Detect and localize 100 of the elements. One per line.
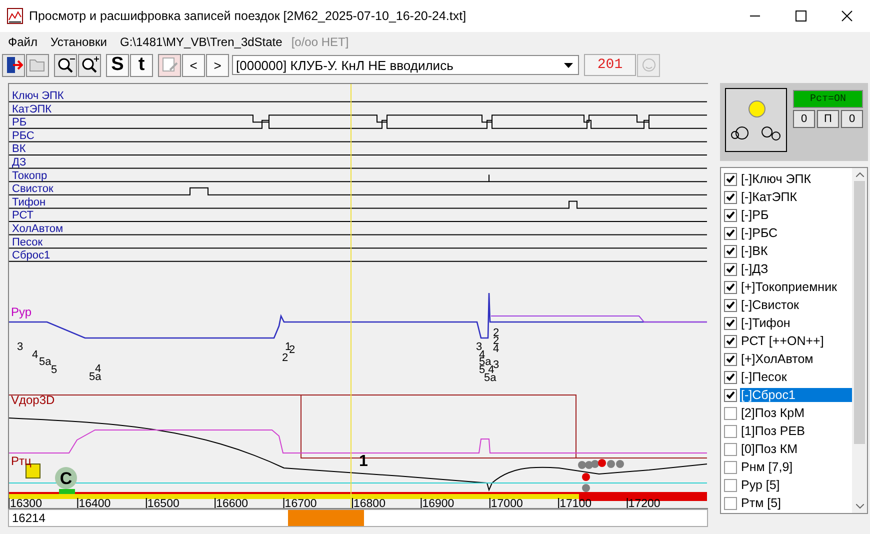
next-button[interactable]: > xyxy=(206,54,229,76)
axis-tick-label: 17100 xyxy=(560,498,592,508)
status-note: [о/оо НЕТ] xyxy=(291,35,349,49)
channel-label[interactable]: [-]Песок xyxy=(740,370,788,384)
channel-item[interactable]: [-]Песок xyxy=(721,368,852,386)
axis-tick-label: 16500 xyxy=(147,498,180,508)
window-title: Просмотр и расшифровка записей поездок [2М62_2025-07-10_16-20-24.txt] xyxy=(29,9,468,23)
signal-label: Токопр xyxy=(12,170,48,182)
exit-button[interactable] xyxy=(2,54,25,76)
channel-item[interactable]: [-]ВК xyxy=(721,242,852,260)
channel-item[interactable]: [-]Тифон xyxy=(721,314,852,332)
zoom-out-button[interactable] xyxy=(54,54,77,76)
event-marker: 3 xyxy=(476,341,482,353)
checkbox[interactable] xyxy=(724,190,737,204)
channel-item[interactable]: Ртм [5] xyxy=(721,494,852,512)
signal-label: РБС xyxy=(12,130,34,142)
channel-item[interactable]: Рур [5] xyxy=(721,476,852,494)
previous-button[interactable]: < xyxy=(182,54,205,76)
channel-item[interactable]: [0]Поз КМ xyxy=(721,440,852,458)
channel-label[interactable]: [-]Тифон xyxy=(740,316,792,330)
channel-item[interactable]: [2]Поз КрМ xyxy=(721,404,852,422)
checkbox[interactable] xyxy=(724,334,737,348)
scroll-up-icon[interactable] xyxy=(856,172,864,177)
channel-item[interactable]: [+]ХолАвтом xyxy=(721,350,852,368)
event-marker: 5a xyxy=(39,356,52,368)
checkbox[interactable] xyxy=(724,226,737,240)
channel-item[interactable]: [-]ДЗ xyxy=(721,260,852,278)
checkbox[interactable] xyxy=(724,478,737,492)
checkbox[interactable] xyxy=(724,244,737,258)
chart-icon xyxy=(7,8,23,24)
axis-tick-label: 16600 xyxy=(216,498,248,508)
channel-label[interactable]: [-]РБС xyxy=(740,226,779,240)
exit-door-icon xyxy=(4,56,22,74)
scroll-down-icon[interactable] xyxy=(856,504,864,509)
checkbox[interactable] xyxy=(724,352,737,366)
checkbox[interactable] xyxy=(724,442,737,456)
axis-tick-label: 17000 xyxy=(490,498,523,508)
s-button[interactable]: S xyxy=(106,54,129,76)
checkbox[interactable] xyxy=(724,460,737,474)
checkbox[interactable] xyxy=(724,370,737,384)
channel-label[interactable]: [-]КатЭПК xyxy=(740,190,798,204)
event-marker: 3 xyxy=(493,359,500,371)
checkbox[interactable] xyxy=(724,316,737,330)
channel-label[interactable]: [-]Свисток xyxy=(740,298,800,312)
folder-icon xyxy=(28,57,46,73)
channel-label[interactable]: [+]Токоприемник xyxy=(740,280,838,294)
channel-item[interactable]: [1]Поз РЕВ xyxy=(721,422,852,440)
menu-item[interactable]: Установки xyxy=(50,35,107,49)
axis-tick-label: 16400 xyxy=(78,498,111,508)
signal-label: Тифон xyxy=(12,196,46,208)
checkbox[interactable] xyxy=(724,208,737,222)
zoom-out-icon xyxy=(56,56,76,74)
zoom-in-icon xyxy=(80,56,100,74)
signal-label: Песок xyxy=(12,236,43,248)
channel-label[interactable]: [-]Сброс1 xyxy=(740,388,852,402)
zoom-in-button[interactable] xyxy=(78,54,101,76)
channel-label[interactable]: [1]Поз РЕВ xyxy=(740,424,806,438)
channel-label[interactable]: [-]ДЗ xyxy=(740,262,770,276)
channel-label[interactable]: [+]ХолАвтом xyxy=(740,352,814,366)
channel-label[interactable]: [-]ВК xyxy=(740,244,769,258)
checkbox[interactable] xyxy=(724,280,737,294)
signal-label: ДЗ xyxy=(12,156,26,168)
checkbox[interactable] xyxy=(724,172,737,186)
channel-item[interactable]: [-]КатЭПК xyxy=(721,188,852,206)
axis-tick-label: 16900 xyxy=(422,498,454,508)
checkbox[interactable] xyxy=(724,388,737,402)
channel-item[interactable]: Рнм [7,9] xyxy=(721,458,852,476)
signal-label: Свисток xyxy=(12,183,54,196)
channel-item[interactable]: [-]Свисток xyxy=(721,296,852,314)
channel-item[interactable]: РСТ [++ON++] xyxy=(721,332,852,350)
channel-item[interactable]: [+]Токоприемник xyxy=(721,278,852,296)
checkbox[interactable] xyxy=(724,424,737,438)
channel-label[interactable]: Рур [5] xyxy=(740,478,781,492)
file-path: G:\1481\MY_VB\Tren_3dState xyxy=(120,35,282,49)
channel-label[interactable]: Рнм [7,9] xyxy=(740,460,794,474)
signal-label: ХолАвтом xyxy=(12,223,64,235)
channel-item[interactable]: [-]РБ xyxy=(721,206,852,224)
channel-label[interactable]: [-]РБ xyxy=(740,208,770,222)
channel-label[interactable]: [0]Поз КМ xyxy=(740,442,799,456)
signal-dots-drawing xyxy=(578,459,624,492)
event-dropdown[interactable]: [000000] КЛУБ-У. КнЛ НЕ вводились xyxy=(232,55,579,75)
channel-item[interactable]: [-]Сброс1 xyxy=(721,386,852,404)
channel-label[interactable]: [2]Поз КрМ xyxy=(740,406,806,420)
checkbox[interactable] xyxy=(724,496,737,510)
scrollbar[interactable] xyxy=(852,168,867,513)
checkbox[interactable] xyxy=(724,262,737,276)
signal-label: РСТ xyxy=(12,210,34,222)
record-counter: 201 xyxy=(584,54,636,76)
menu-item[interactable]: Файл xyxy=(8,35,38,49)
checkbox[interactable] xyxy=(724,406,737,420)
channel-label[interactable]: Ртм [5] xyxy=(740,496,782,510)
checkbox[interactable] xyxy=(724,298,737,312)
channel-item[interactable]: [-]Ключ ЭПК xyxy=(721,170,852,188)
t-button[interactable]: t xyxy=(130,54,153,76)
edit-button[interactable] xyxy=(158,54,181,76)
event-marker: 2 xyxy=(282,352,288,364)
axis-tick-label: 17200 xyxy=(628,498,660,508)
channel-label[interactable]: [-]Ключ ЭПК xyxy=(740,172,812,186)
channel-label[interactable]: РСТ [++ON++] xyxy=(740,334,825,348)
channel-item[interactable]: [-]РБС xyxy=(721,224,852,242)
